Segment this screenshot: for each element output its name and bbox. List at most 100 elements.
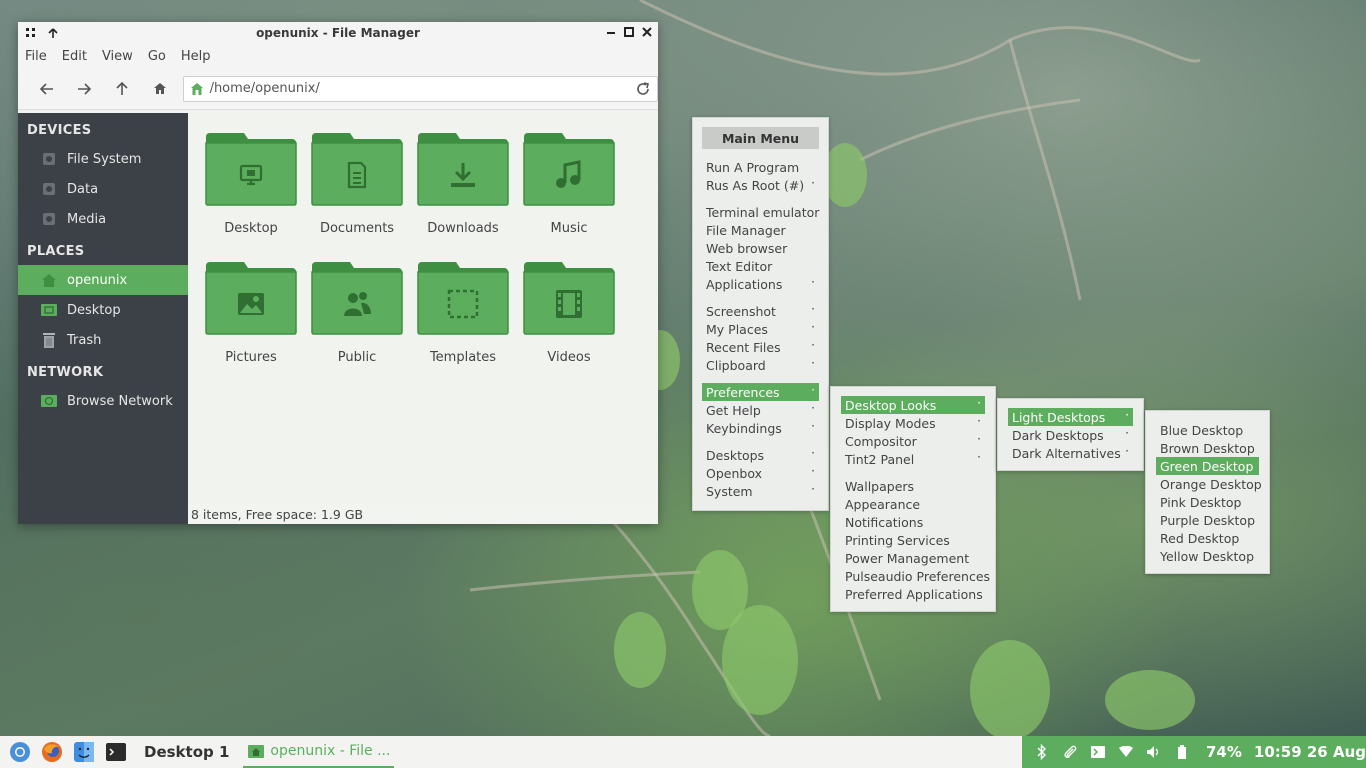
bluetooth-icon[interactable]	[1028, 736, 1056, 768]
menu-item-dark-alternatives[interactable]: Dark Alternatives ·	[1008, 444, 1133, 462]
sidebar-item-trash[interactable]: Trash	[18, 325, 188, 355]
firefox-icon	[42, 742, 62, 762]
menu-item-appearance[interactable]: Appearance	[841, 495, 985, 513]
back-button[interactable]	[28, 74, 66, 104]
sidebar-item-openunix[interactable]: openunix	[18, 265, 188, 295]
sidebar-item-media[interactable]: Media	[18, 204, 188, 234]
menu-item-wallpapers[interactable]: Wallpapers	[841, 477, 985, 495]
folder-templates[interactable]: Templates	[410, 262, 516, 369]
folder-documents[interactable]: Documents	[304, 133, 410, 240]
folder-music[interactable]: Music	[516, 133, 622, 240]
maximize-button[interactable]	[622, 24, 636, 40]
menu-item-preferences[interactable]: Preferences ·	[702, 383, 819, 401]
shade-up-icon[interactable]	[46, 25, 60, 41]
submenu-indicator-icon: ·	[811, 320, 815, 334]
menu-file[interactable]: File	[25, 49, 47, 64]
sidebar-item-browse-network[interactable]: Browse Network	[18, 386, 188, 416]
folder-label: Downloads	[427, 221, 499, 236]
menu-item-recent-files[interactable]: Recent Files ·	[702, 338, 819, 356]
wifi-icon[interactable]	[1112, 736, 1140, 768]
menu-item-keybindings[interactable]: Keybindings ·	[702, 419, 819, 437]
clock[interactable]: 10:59 26 Aug	[1254, 743, 1366, 761]
folder-videos[interactable]: Videos	[516, 262, 622, 369]
close-button[interactable]	[640, 24, 654, 40]
menu-item-purple-desktop[interactable]: Purple Desktop	[1156, 511, 1259, 529]
menu-item-pulseaudio-preferences[interactable]: Pulseaudio Preferences	[841, 567, 990, 585]
chromium-launcher[interactable]	[4, 736, 36, 768]
menu-item-blue-desktop[interactable]: Blue Desktop	[1156, 421, 1259, 439]
taskbar: Desktop 1 openunix - File ... 74% 10:59 …	[0, 736, 1366, 768]
menu-item-green-desktop[interactable]: Green Desktop	[1156, 457, 1259, 475]
forward-button[interactable]	[66, 74, 104, 104]
menu-item-notifications[interactable]: Notifications	[841, 513, 985, 531]
menu-item-text-editor[interactable]: Text Editor	[702, 257, 819, 275]
submenu-indicator-icon: ·	[811, 464, 815, 478]
menu-item-label: Get Help	[706, 402, 761, 418]
menu-item-tint2-panel[interactable]: Tint2 Panel ·	[841, 450, 985, 468]
reload-button[interactable]	[635, 81, 651, 101]
volume-icon[interactable]	[1140, 736, 1168, 768]
battery-icon[interactable]	[1168, 736, 1196, 768]
sidebar-item-label: Trash	[67, 332, 102, 348]
menu-item-label: Openbox	[706, 465, 762, 481]
folder-desktop[interactable]: Desktop	[198, 133, 304, 240]
home-button[interactable]	[141, 74, 179, 104]
location-bar[interactable]: /home/openunix/	[182, 75, 659, 102]
menu-item-label: Dark Desktops	[1012, 427, 1104, 443]
menu-go[interactable]: Go	[148, 49, 166, 64]
folder-public[interactable]: Public	[304, 262, 410, 369]
terminal-launcher[interactable]	[100, 736, 132, 768]
window-titlebar[interactable]: openunix - File Manager	[18, 22, 658, 44]
up-button[interactable]	[103, 74, 141, 104]
menu-item-orange-desktop[interactable]: Orange Desktop	[1156, 475, 1262, 493]
menu-separator	[702, 194, 819, 203]
menu-item-printing-services[interactable]: Printing Services	[841, 531, 985, 549]
menu-item-compositor[interactable]: Compositor ·	[841, 432, 985, 450]
menu-view[interactable]: View	[102, 49, 133, 64]
home-icon	[40, 271, 58, 289]
terminal-tray-icon[interactable]	[1084, 736, 1112, 768]
firefox-launcher[interactable]	[36, 736, 68, 768]
menu-item-display-modes[interactable]: Display Modes ·	[841, 414, 985, 432]
sidebar-item-data[interactable]: Data	[18, 174, 188, 204]
menu-edit[interactable]: Edit	[62, 49, 87, 64]
menu-item-applications[interactable]: Applications ·	[702, 275, 819, 293]
menu-item-file-manager[interactable]: File Manager	[702, 221, 819, 239]
menu-item-yellow-desktop[interactable]: Yellow Desktop	[1156, 547, 1259, 565]
folder-downloads[interactable]: Downloads	[410, 133, 516, 240]
clipboard-attach-icon[interactable]	[1056, 736, 1084, 768]
folder-pictures[interactable]: Pictures	[198, 262, 304, 369]
task-file-manager[interactable]: openunix - File ...	[243, 736, 395, 768]
menu-item-web-browser[interactable]: Web browser	[702, 239, 819, 257]
window-menu-icon[interactable]	[24, 25, 38, 41]
sidebar-item-label: File System	[67, 151, 142, 167]
file-manager-launcher[interactable]	[68, 736, 100, 768]
menu-item-run-a-program[interactable]: Run A Program	[702, 158, 819, 176]
menu-item-dark-desktops[interactable]: Dark Desktops ·	[1008, 426, 1133, 444]
menu-item-terminal-emulator[interactable]: Terminal emulator	[702, 203, 819, 221]
menu-item-label: Run A Program	[706, 159, 800, 175]
menu-item-desktops[interactable]: Desktops ·	[702, 446, 819, 464]
minimize-button[interactable]	[604, 24, 618, 40]
menu-item-get-help[interactable]: Get Help ·	[702, 401, 819, 419]
location-path[interactable]: /home/openunix/	[210, 81, 320, 96]
menu-item-label: Recent Files	[706, 339, 781, 355]
menu-item-screenshot[interactable]: Screenshot ·	[702, 302, 819, 320]
menu-item-brown-desktop[interactable]: Brown Desktop	[1156, 439, 1259, 457]
menu-item-preferred-applications[interactable]: Preferred Applications	[841, 585, 985, 603]
menu-item-rus-as-root[interactable]: Rus As Root (#) ·	[702, 176, 819, 194]
menu-item-openbox[interactable]: Openbox ·	[702, 464, 819, 482]
desktop-switcher[interactable]: Desktop 1	[144, 743, 229, 761]
sidebar-item-file-system[interactable]: File System	[18, 144, 188, 174]
menu-help[interactable]: Help	[181, 49, 211, 64]
sidebar-item-desktop[interactable]: Desktop	[18, 295, 188, 325]
menu-item-power-management[interactable]: Power Management	[841, 549, 985, 567]
menu-item-pink-desktop[interactable]: Pink Desktop	[1156, 493, 1259, 511]
menu-item-clipboard[interactable]: Clipboard ·	[702, 356, 819, 374]
menu-item-label: My Places	[706, 321, 768, 337]
menu-item-desktop-looks[interactable]: Desktop Looks ·	[841, 396, 985, 414]
menu-item-my-places[interactable]: My Places ·	[702, 320, 819, 338]
menu-item-light-desktops[interactable]: Light Desktops ·	[1008, 408, 1133, 426]
menu-item-system[interactable]: System ·	[702, 482, 819, 500]
menu-item-red-desktop[interactable]: Red Desktop	[1156, 529, 1259, 547]
